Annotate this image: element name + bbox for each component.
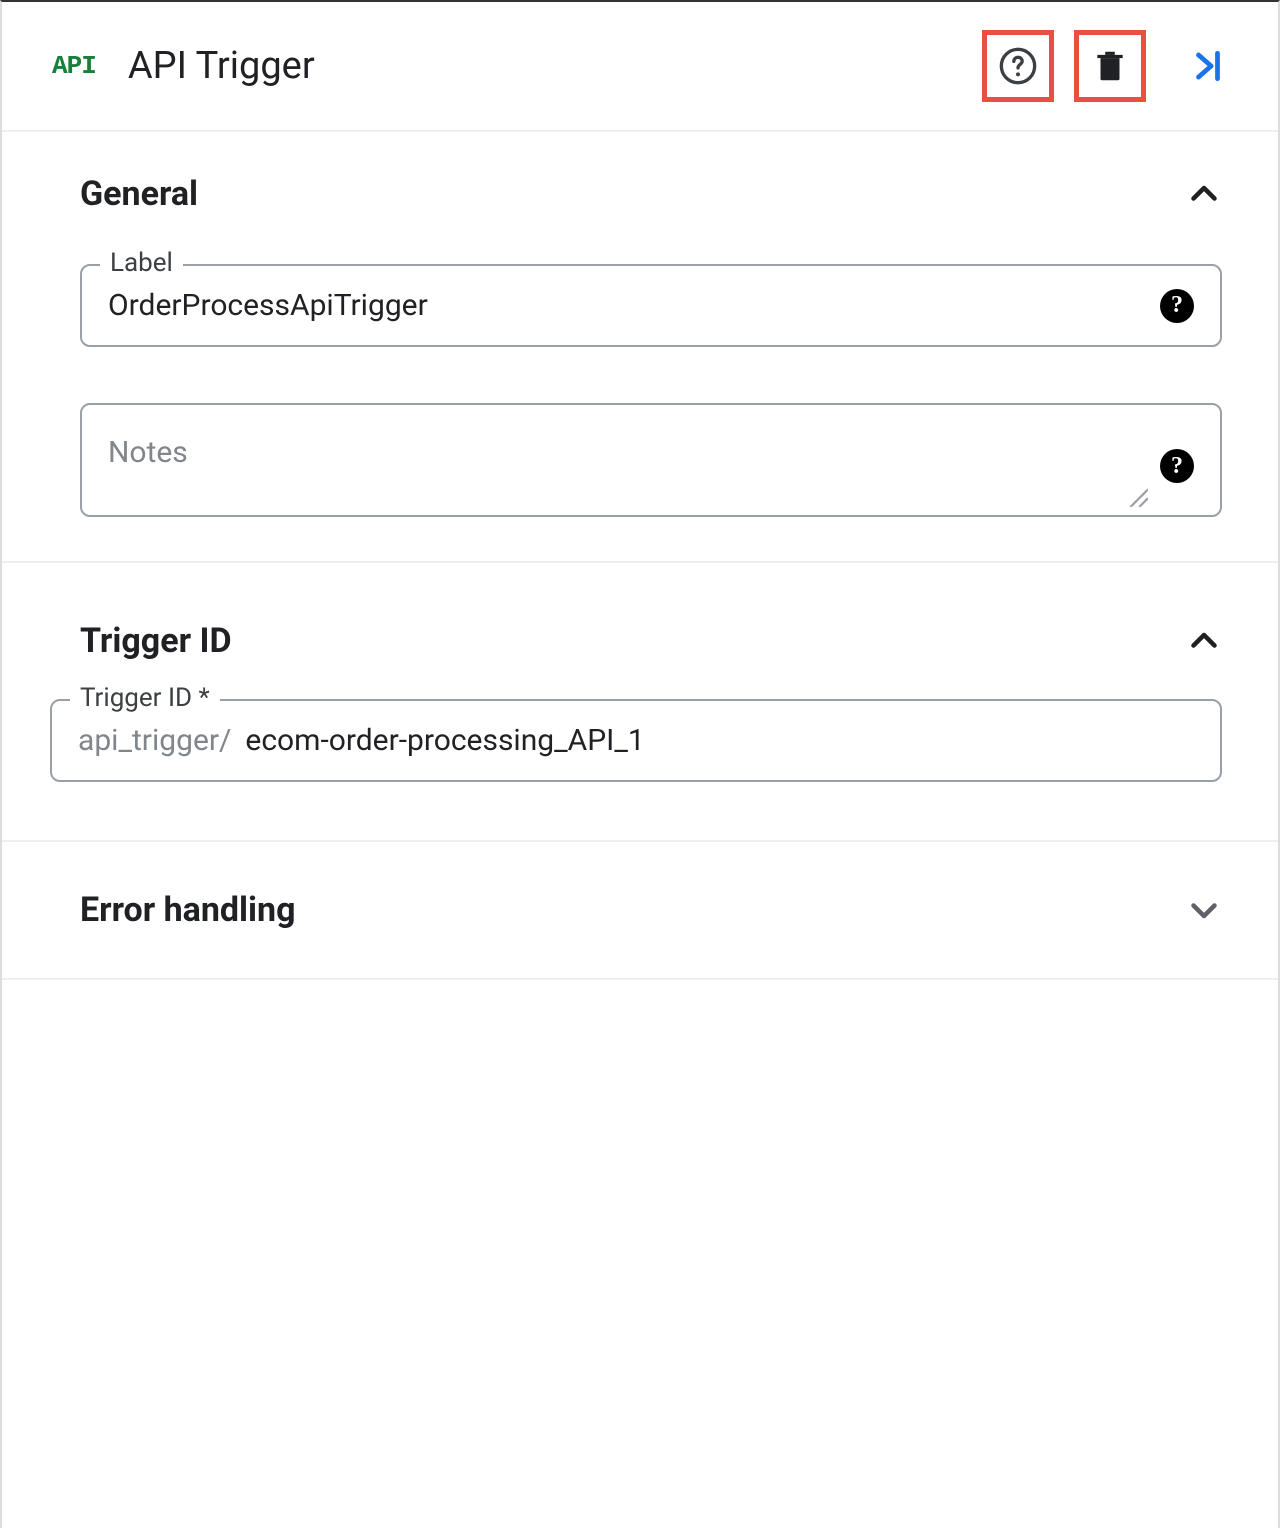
section-trigger-id-title: Trigger ID	[80, 621, 232, 661]
help-circle-icon	[998, 46, 1038, 86]
section-general: General Label ? ?	[2, 132, 1278, 563]
section-general-title: General	[80, 174, 198, 214]
section-trigger-id: Trigger ID Trigger ID * api_trigger/	[2, 563, 1278, 842]
section-error-handling-title: Error handling	[80, 890, 296, 930]
trash-icon	[1091, 47, 1129, 85]
section-error-handling: Error handling	[2, 842, 1278, 980]
notes-field: ?	[80, 403, 1222, 517]
header-actions	[982, 30, 1230, 102]
collapse-panel-button[interactable]	[1186, 44, 1230, 88]
trigger-id-field-wrap: Trigger ID * api_trigger/	[50, 699, 1222, 782]
section-error-handling-header[interactable]: Error handling	[80, 886, 1222, 934]
trigger-id-legend: Trigger ID *	[70, 683, 220, 713]
notes-help-button[interactable]: ?	[1160, 449, 1194, 483]
chevron-up-icon	[1186, 623, 1222, 659]
resize-handle-icon[interactable]	[1126, 485, 1148, 507]
label-help-button[interactable]: ?	[1160, 289, 1194, 323]
api-badge: API	[52, 51, 96, 81]
help-button-highlight	[982, 30, 1054, 102]
section-trigger-id-header[interactable]: Trigger ID	[80, 617, 1222, 665]
trigger-id-field: Trigger ID * api_trigger/	[50, 699, 1222, 782]
notes-textarea[interactable]	[108, 435, 1146, 487]
label-field-wrap: Label ?	[80, 264, 1222, 347]
section-general-header[interactable]: General	[80, 170, 1222, 218]
delete-button[interactable]	[1088, 44, 1132, 88]
collapse-right-icon	[1189, 47, 1227, 85]
help-button[interactable]	[996, 44, 1040, 88]
label-input[interactable]	[108, 288, 1146, 323]
notes-field-wrap: ?	[80, 403, 1222, 517]
label-field-legend: Label	[100, 248, 183, 278]
chevron-down-icon	[1186, 892, 1222, 928]
trigger-id-prefix: api_trigger/	[78, 723, 231, 758]
delete-button-highlight	[1074, 30, 1146, 102]
panel-title: API Trigger	[128, 44, 982, 88]
chevron-up-icon	[1186, 176, 1222, 212]
label-field: Label ?	[80, 264, 1222, 347]
api-trigger-panel: API API Trigger	[0, 0, 1280, 1528]
trigger-id-input[interactable]	[245, 723, 1194, 758]
panel-header: API API Trigger	[2, 2, 1278, 132]
